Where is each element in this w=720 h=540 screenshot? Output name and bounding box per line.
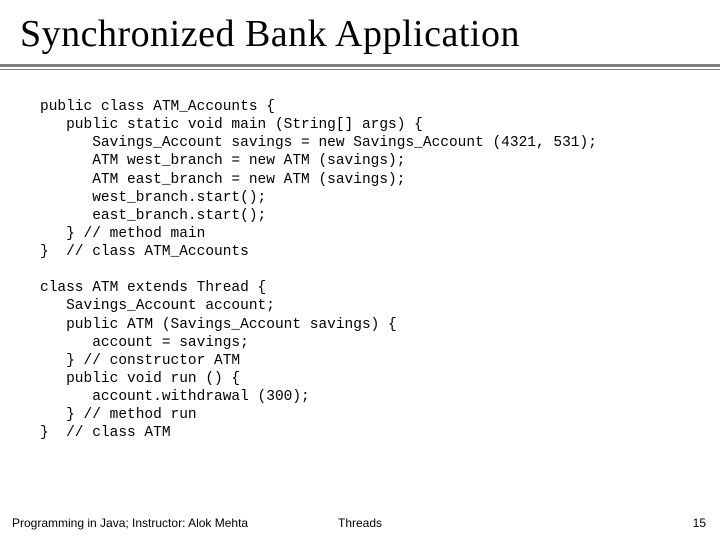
slide-title: Synchronized Bank Application xyxy=(0,0,720,62)
title-rule xyxy=(0,64,720,70)
code-block-1: public class ATM_Accounts { public stati… xyxy=(40,99,597,260)
code-block-2: class ATM extends Thread { Savings_Accou… xyxy=(40,280,397,441)
footer: Programming in Java; Instructor: Alok Me… xyxy=(0,512,720,530)
rule-thin xyxy=(0,69,720,70)
slide: Synchronized Bank Application public cla… xyxy=(0,0,720,540)
footer-page-number: 15 xyxy=(693,516,706,530)
footer-center: Threads xyxy=(0,516,720,530)
code-area: public class ATM_Accounts { public stati… xyxy=(0,70,720,442)
rule-thick xyxy=(0,64,720,67)
